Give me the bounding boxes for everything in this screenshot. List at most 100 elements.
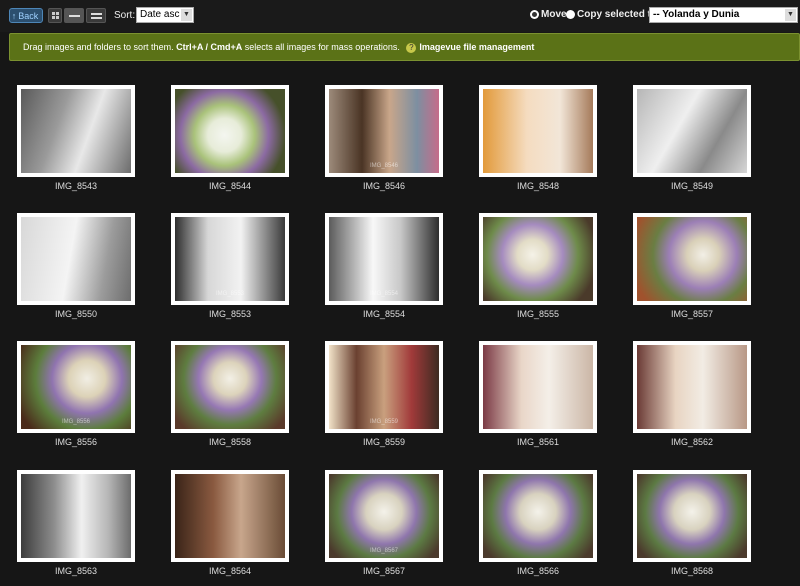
image-filename: IMG_8553 [208,309,252,319]
image-watermark: IMG_8556 [61,419,91,425]
copy-radio[interactable] [566,10,575,19]
info-shortcut: Ctrl+A / Cmd+A [176,42,243,52]
image-filename: IMG_8561 [516,437,560,447]
thumbnail-image: IMG_8553 [175,217,285,301]
thumbnail-image [483,345,593,429]
thumbnail-image: IMG_8556 [21,345,131,429]
detail-view-button[interactable] [86,8,106,23]
image-thumbnail[interactable]: IMG_8563 [17,470,135,576]
image-thumbnail[interactable]: IMG_8561 [479,341,597,447]
thumbnail-image [637,89,747,173]
thumbnail-image [483,217,593,301]
thumbnail-frame [171,470,289,562]
image-thumbnail[interactable]: IMG_8554 IMG_8554 [325,213,443,319]
image-watermark: IMG_8554 [369,291,399,297]
thumbnail-frame [633,213,751,305]
thumbnail-frame [479,213,597,305]
thumbnail-frame: IMG_8553 [171,213,289,305]
image-thumbnail[interactable]: IMG_8558 [171,341,289,447]
toolbar: ↑ Back Sort: Date asc ▼ Move Copy selected… [0,0,800,32]
thumbnail-image [175,345,285,429]
image-watermark: IMG_8546 [369,163,399,169]
image-filename: IMG_8555 [516,309,560,319]
image-thumbnail[interactable]: IMG_8553 IMG_8553 [171,213,289,319]
move-label: Move [541,9,567,20]
image-thumbnail[interactable]: IMG_8550 [17,213,135,319]
list-view-button[interactable] [64,8,84,23]
thumbnail-frame [17,213,135,305]
image-filename: IMG_8543 [54,181,98,191]
thumbnail-frame [479,470,597,562]
thumbnail-frame: IMG_8556 [17,341,135,433]
image-filename: IMG_8562 [670,437,714,447]
image-filename: IMG_8550 [54,309,98,319]
info-bar: Drag images and folders to sort them. Ct… [9,33,800,61]
image-filename: IMG_8557 [670,309,714,319]
image-filename: IMG_8559 [362,437,406,447]
sort-select[interactable]: Date asc ▼ [136,7,194,23]
image-thumbnail[interactable]: IMG_8559 IMG_8559 [325,341,443,447]
image-thumbnail[interactable]: IMG_8557 [633,213,751,319]
image-thumbnail[interactable]: IMG_8543 [17,85,135,191]
thumbnail-image [483,89,593,173]
thumbnail-image: IMG_8554 [329,217,439,301]
image-filename: IMG_8568 [670,566,714,576]
thumbnail-frame [633,341,751,433]
thumbnail-image: IMG_8546 [329,89,439,173]
image-thumbnail[interactable]: IMG_8556 IMG_8556 [17,341,135,447]
image-watermark: IMG_8567 [369,548,399,554]
thumbnail-image: IMG_8559 [329,345,439,429]
thumbnail-frame [479,85,597,177]
back-button[interactable]: ↑ Back [9,8,43,23]
image-thumbnail[interactable]: IMG_8548 [479,85,597,191]
thumbnail-image: IMG_8567 [329,474,439,558]
thumbnail-frame [17,85,135,177]
help-icon[interactable]: ? [406,42,417,53]
move-radio[interactable] [530,10,539,19]
chevron-down-icon: ▼ [785,9,796,21]
thumbnail-frame [171,341,289,433]
image-filename: IMG_8563 [54,566,98,576]
target-folder-value: -- Yolanda y Dunia [653,9,740,20]
image-thumbnail[interactable]: IMG_8555 [479,213,597,319]
thumbnail-frame: IMG_8546 [325,85,443,177]
thumbnail-frame [633,470,751,562]
image-watermark: IMG_8559 [369,419,399,425]
info-text: Drag images and folders to sort them. [23,42,177,52]
chevron-down-icon: ▼ [181,9,192,21]
image-thumbnail[interactable]: IMG_8544 [171,85,289,191]
image-filename: IMG_8556 [54,437,98,447]
image-thumbnail[interactable]: IMG_8566 [479,470,597,576]
image-filename: IMG_8564 [208,566,252,576]
image-thumbnail[interactable]: IMG_8549 [633,85,751,191]
grid-view-button[interactable] [48,8,62,23]
image-filename: IMG_8558 [208,437,252,447]
image-filename: IMG_8567 [362,566,406,576]
thumbnail-frame [633,85,751,177]
thumbnail-frame [171,85,289,177]
sort-value: Date asc [140,9,180,20]
up-arrow-icon: ↑ [11,11,17,21]
image-filename: IMG_8549 [670,181,714,191]
image-thumbnail[interactable]: IMG_8567 IMG_8567 [325,470,443,576]
thumbnail-frame: IMG_8554 [325,213,443,305]
image-thumbnail[interactable]: IMG_8568 [633,470,751,576]
back-label: Back [18,11,39,21]
image-filename: IMG_8566 [516,566,560,576]
info-text-after: selects all images for mass operations. [242,42,400,52]
thumbnail-image [21,217,131,301]
image-thumbnail[interactable]: IMG_8562 [633,341,751,447]
thumbnail-image [483,474,593,558]
thumbnail-frame: IMG_8567 [325,470,443,562]
target-folder-select[interactable]: -- Yolanda y Dunia ▼ [649,7,798,23]
thumbnail-image [21,89,131,173]
thumbnail-frame: IMG_8559 [325,341,443,433]
thumbnail-image [21,474,131,558]
sort-label: Sort: [114,10,136,21]
help-link[interactable]: Imagevue file management [419,42,534,52]
thumbnail-image [637,474,747,558]
thumbnail-image [637,345,747,429]
image-thumbnail[interactable]: IMG_8546 IMG_8546 [325,85,443,191]
image-thumbnail[interactable]: IMG_8564 [171,470,289,576]
thumbnail-frame [479,341,597,433]
